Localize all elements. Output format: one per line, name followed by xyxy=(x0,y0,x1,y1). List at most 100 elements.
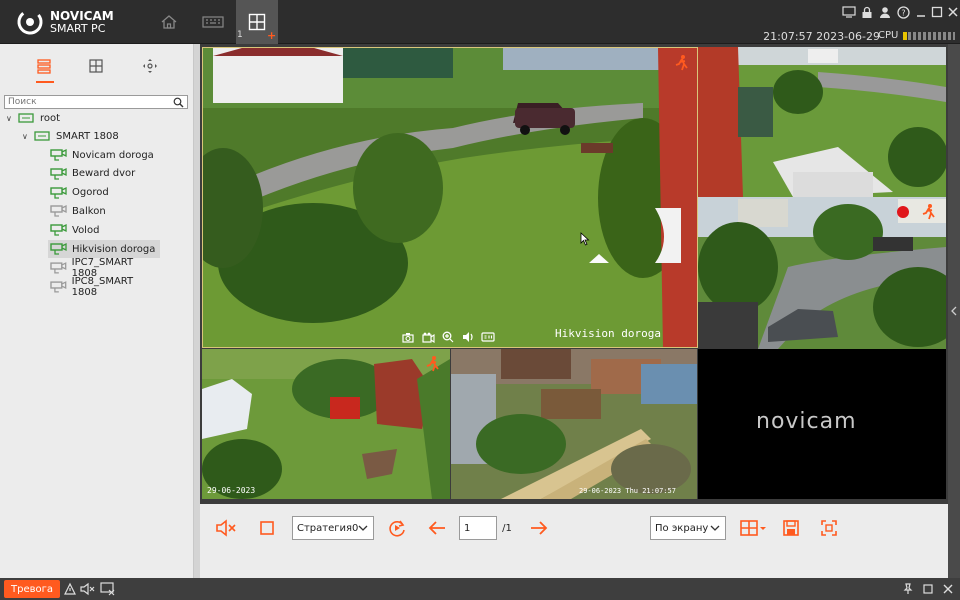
prev-page-button[interactable] xyxy=(426,516,448,540)
user-icon[interactable] xyxy=(876,5,894,19)
camera-label: Balkon xyxy=(72,205,106,217)
snapshot-icon[interactable] xyxy=(401,330,415,344)
home-tab[interactable] xyxy=(148,0,190,44)
chevron-down-icon xyxy=(710,525,720,531)
page-number-value: 1 xyxy=(464,522,471,534)
cycle-play-icon xyxy=(389,520,405,537)
camera-icon xyxy=(50,167,67,180)
grid-layout-icon xyxy=(740,520,766,536)
search-icon[interactable] xyxy=(173,97,184,108)
keyboard-icon xyxy=(202,16,224,28)
strategy-select[interactable]: Стратегия0 xyxy=(292,516,374,540)
restore-panel-icon[interactable] xyxy=(920,581,936,597)
right-collapse-strip[interactable] xyxy=(948,44,960,578)
audio-icon[interactable] xyxy=(461,330,475,344)
expand-arrow-icon[interactable]: ∨ xyxy=(6,114,16,123)
camera-list-item[interactable]: Hikvision doroga xyxy=(48,240,160,258)
timestamp-overlay: 29-06-2023 Thu 21:07:57 xyxy=(579,487,676,495)
camera-list-item[interactable]: IPC7_SMART 1808 xyxy=(48,257,160,279)
brand-name: NOVICAM xyxy=(50,9,114,23)
camera-label: Volod xyxy=(72,224,100,236)
fit-mode-select[interactable]: По экрану xyxy=(650,516,726,540)
camera-feed-image xyxy=(202,349,450,499)
layout-split-button[interactable] xyxy=(738,516,768,540)
camera-list-item[interactable]: IPC8_SMART 1808 xyxy=(48,276,160,298)
fullscreen-button[interactable] xyxy=(818,516,840,540)
search-input[interactable]: Поиск xyxy=(4,95,188,109)
nvr-icon xyxy=(34,131,50,141)
expand-arrow-icon[interactable]: ∨ xyxy=(22,132,32,141)
add-tab-button[interactable]: + xyxy=(267,29,276,42)
camera-feed-image xyxy=(698,197,946,349)
camera-icon xyxy=(50,205,67,218)
alarm-person-icon[interactable] xyxy=(62,581,78,597)
device-tree-icon xyxy=(37,59,51,74)
device-tree-tab[interactable] xyxy=(34,56,54,76)
record-icon[interactable] xyxy=(421,330,435,344)
video-cell-main[interactable]: Hikvision doroga xyxy=(202,47,698,348)
camera-label: Beward dvor xyxy=(72,168,136,180)
video-cell-4[interactable]: 29-06-2023 xyxy=(202,349,450,499)
cpu-usage-fill xyxy=(903,32,907,40)
tree-root[interactable]: ∨ root xyxy=(6,109,60,127)
next-page-button[interactable] xyxy=(528,516,550,540)
camera-name-overlay: Hikvision doroga xyxy=(555,327,661,340)
strategy-select-value: Стратегия0 xyxy=(297,522,359,534)
status-bar: Тревога xyxy=(0,578,960,600)
keyboard-tab[interactable] xyxy=(192,0,234,44)
camera-icon xyxy=(50,186,67,199)
clear-alarms-icon[interactable] xyxy=(100,581,116,597)
screen-icon[interactable] xyxy=(840,5,858,19)
home-icon xyxy=(161,15,177,29)
live-view-tab-number: 1 xyxy=(237,30,243,40)
camera-list-item[interactable]: Novicam doroga xyxy=(48,146,160,164)
lock-icon[interactable] xyxy=(858,5,876,19)
camera-list-item[interactable]: Beward dvor xyxy=(48,165,160,183)
close-panel-icon[interactable] xyxy=(940,581,956,597)
camera-feed-image xyxy=(203,48,697,347)
video-cell-3[interactable] xyxy=(698,197,946,349)
tree-group-label: SMART 1808 xyxy=(56,130,119,142)
clock-readout: 21:07:57 2023-06-29 xyxy=(763,30,880,43)
video-grid: Hikvision doroga 29-06-2023 29-06-2023 T… xyxy=(200,44,948,504)
alarm-button[interactable]: Тревога xyxy=(4,580,60,598)
page-total: /1 xyxy=(502,522,512,534)
sequence-play-button[interactable] xyxy=(386,516,408,540)
camera-feed-image xyxy=(698,47,946,197)
save-icon xyxy=(783,520,799,536)
brand-subtitle: SMART PC xyxy=(50,22,106,35)
tree-group[interactable]: ∨ SMART 1808 xyxy=(22,127,119,145)
pin-icon[interactable] xyxy=(900,581,916,597)
zoom-icon[interactable] xyxy=(441,330,455,344)
stop-all-button[interactable] xyxy=(256,516,278,540)
recording-indicator-icon xyxy=(897,206,909,218)
tree-root-label: root xyxy=(40,112,61,124)
title-bar: NOVICAM SMART PC 1 + ? 21:07:57 2023-06-… xyxy=(0,0,960,44)
novicam-watermark: novicam xyxy=(756,409,857,434)
cell-toolbar xyxy=(401,330,495,344)
help-icon[interactable]: ? xyxy=(894,5,912,19)
server-icon xyxy=(18,113,34,123)
collapse-arrow-icon[interactable] xyxy=(950,306,958,316)
layout-tab[interactable] xyxy=(86,56,106,76)
close-icon[interactable] xyxy=(944,5,960,19)
camera-icon xyxy=(50,242,67,255)
arrow-left-icon xyxy=(428,521,445,535)
stream-icon[interactable] xyxy=(481,330,495,344)
save-layout-button[interactable] xyxy=(780,516,802,540)
ptz-tab[interactable] xyxy=(140,56,160,76)
video-cell-empty[interactable]: novicam xyxy=(698,349,946,499)
active-tab-indicator xyxy=(36,81,54,83)
camera-list-item[interactable]: Volod xyxy=(48,221,160,239)
camera-list-item[interactable]: Ogorod xyxy=(48,184,160,202)
video-cell-2[interactable] xyxy=(698,47,946,197)
sound-off-icon[interactable] xyxy=(80,581,96,597)
page-number-input[interactable]: 1 xyxy=(459,516,497,540)
motion-alarm-icon xyxy=(922,204,935,220)
camera-list-item[interactable]: Balkon xyxy=(48,202,160,220)
ptz-control-icon xyxy=(143,59,157,73)
mute-all-button[interactable] xyxy=(214,516,238,540)
timestamp-overlay: 29-06-2023 xyxy=(207,486,256,495)
video-cell-5[interactable]: 29-06-2023 Thu 21:07:57 xyxy=(451,349,697,499)
camera-label: Hikvision doroga xyxy=(72,243,156,255)
